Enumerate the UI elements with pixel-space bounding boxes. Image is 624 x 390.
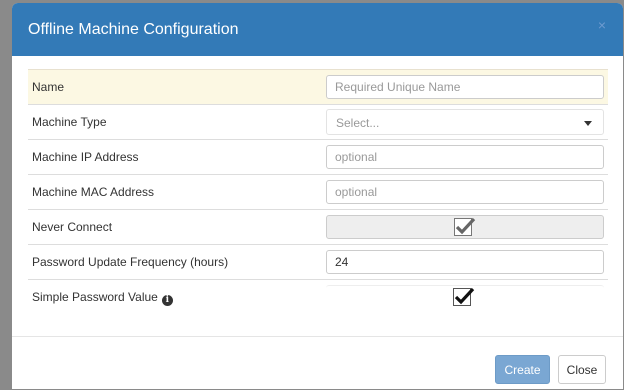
machine-type-label: Machine Type — [32, 115, 107, 129]
modal-footer: Create Close — [12, 336, 623, 389]
mac-address-input[interactable] — [326, 180, 604, 204]
machine-type-selected: Select... — [336, 116, 380, 130]
simple-password-label-wrap: Simple Password Value i — [32, 290, 173, 306]
name-input[interactable] — [326, 75, 604, 99]
offline-machine-modal: Offline Machine Configuration × Name Mac… — [12, 3, 623, 389]
mac-address-row: Machine MAC Address — [28, 174, 608, 209]
never-connect-row: Never Connect — [28, 209, 608, 244]
name-row: Name — [28, 69, 608, 104]
simple-password-checkbox[interactable] — [453, 287, 475, 306]
password-frequency-label: Password Update Frequency (hours) — [32, 255, 229, 269]
chevron-down-icon — [584, 121, 592, 126]
close-icon[interactable]: × — [598, 17, 606, 33]
password-frequency-input[interactable] — [326, 250, 604, 274]
configuration-form: Name Machine Type Select... Machine IP A… — [28, 69, 608, 314]
ip-address-row: Machine IP Address — [28, 139, 608, 174]
simple-password-field — [326, 285, 604, 309]
simple-password-label: Simple Password Value — [32, 290, 158, 304]
ip-address-input[interactable] — [326, 145, 604, 169]
never-connect-field — [326, 215, 604, 239]
machine-type-select[interactable]: Select... — [326, 109, 604, 135]
machine-type-row: Machine Type Select... — [28, 104, 608, 139]
ip-address-label: Machine IP Address — [32, 150, 139, 164]
never-connect-checkbox[interactable] — [454, 217, 476, 236]
create-button[interactable]: Create — [495, 355, 550, 384]
checkmark-icon — [454, 287, 475, 305]
close-button[interactable]: Close — [558, 355, 606, 384]
modal-header: Offline Machine Configuration × — [12, 3, 623, 56]
simple-password-row: Simple Password Value i — [28, 279, 608, 314]
mac-address-label: Machine MAC Address — [32, 185, 155, 199]
modal-title: Offline Machine Configuration — [28, 21, 239, 38]
password-frequency-row: Password Update Frequency (hours) — [28, 244, 608, 279]
checkmark-icon — [455, 217, 476, 235]
never-connect-label: Never Connect — [32, 220, 113, 234]
info-icon[interactable]: i — [161, 295, 173, 306]
name-label: Name — [32, 80, 65, 94]
